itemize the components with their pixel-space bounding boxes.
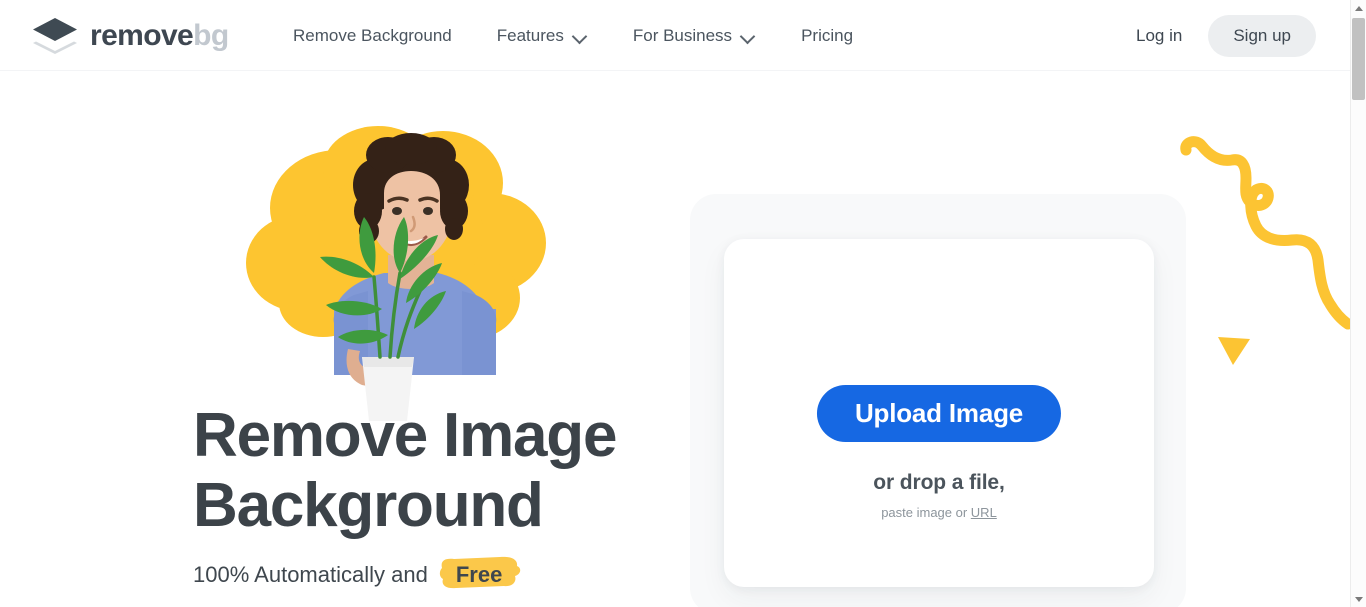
hero-subtitle: 100% Automatically and Free (193, 556, 521, 591)
chevron-down-icon (741, 31, 756, 40)
headline-line-2: Background (193, 471, 544, 540)
nav-item-pricing[interactable]: Pricing (801, 20, 853, 52)
hero-left-column: Remove Image Background 100% Automatical… (0, 71, 690, 607)
hero-illustration (228, 113, 568, 423)
drop-file-label: or drop a file, (873, 471, 1005, 494)
vertical-scrollbar[interactable] (1350, 0, 1366, 607)
headline-line-1: Remove Image (193, 401, 617, 470)
free-label: Free (455, 562, 503, 587)
nav-label: Features (496, 25, 564, 45)
browser-viewport: remove bg Remove Background Features For… (0, 0, 1350, 607)
nav-label: Pricing (801, 25, 854, 45)
page-title: Remove Image Background (193, 401, 713, 541)
upload-image-button[interactable]: Upload Image (816, 385, 1062, 442)
paste-hint-prefix: paste image or (881, 505, 971, 520)
paste-hint: paste image or URL (724, 505, 1154, 520)
nav-item-for-business[interactable]: For Business (633, 20, 756, 52)
nav-item-features[interactable]: Features (497, 20, 588, 52)
signup-button[interactable]: Sign up (1208, 14, 1316, 57)
scroll-down-arrow-icon[interactable] (1351, 591, 1366, 607)
brand-logo[interactable]: remove bg (32, 14, 229, 58)
chevron-down-icon (573, 31, 588, 40)
header-actions: Log in Sign up (1136, 0, 1316, 71)
nav-label: For Business (632, 25, 733, 45)
nav-item-remove-background[interactable]: Remove Background (293, 20, 452, 52)
upload-dropzone[interactable]: Upload Image or drop a file, paste image… (724, 239, 1154, 587)
main-navigation: Remove Background Features For Business … (293, 0, 853, 71)
paste-url-link[interactable]: URL (971, 505, 997, 520)
free-badge: Free (439, 556, 521, 591)
subtitle-text: 100% Automatically and (193, 562, 428, 587)
yellow-squiggle-decoration (1180, 132, 1350, 342)
yellow-triangle-decoration (1216, 334, 1252, 366)
page-root: remove bg Remove Background Features For… (0, 0, 1366, 607)
nav-label: Remove Background (293, 25, 452, 45)
scrollbar-thumb[interactable] (1352, 18, 1365, 100)
layers-diamond-icon (32, 16, 78, 56)
login-link[interactable]: Log in (1136, 26, 1182, 46)
logo-text-primary: remove (90, 19, 194, 52)
scroll-up-arrow-icon[interactable] (1351, 0, 1366, 16)
logo-text-secondary: bg (193, 19, 229, 52)
site-header: remove bg Remove Background Features For… (0, 0, 1350, 71)
